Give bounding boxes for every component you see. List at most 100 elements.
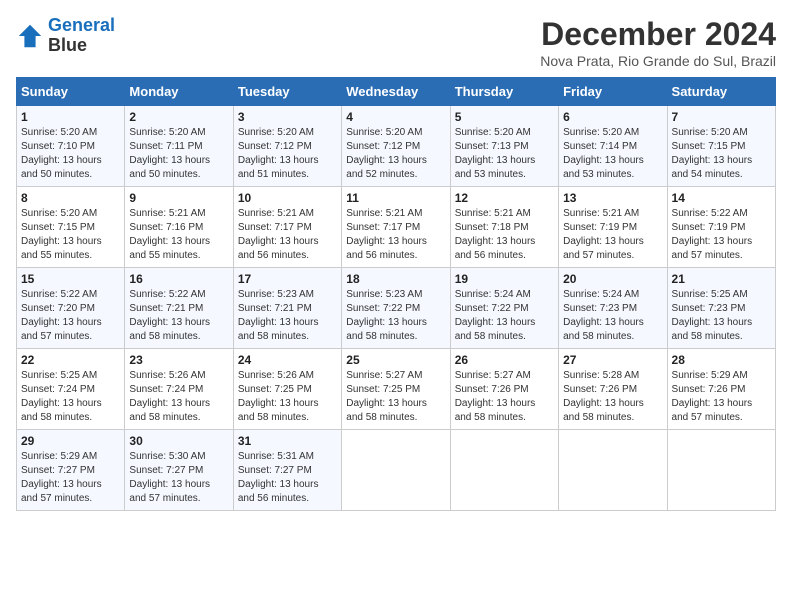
day-info: Sunrise: 5:27 AM Sunset: 7:26 PM Dayligh… (455, 369, 554, 425)
calendar-header-row: SundayMondayTuesdayWednesdayThursdayFrid… (17, 78, 776, 106)
calendar-table: SundayMondayTuesdayWednesdayThursdayFrid… (16, 77, 776, 511)
day-number: 17 (238, 272, 337, 286)
day-number: 21 (672, 272, 771, 286)
day-number: 10 (238, 191, 337, 205)
day-number: 22 (21, 353, 120, 367)
calendar-cell: 27 Sunrise: 5:28 AM Sunset: 7:26 PM Dayli… (559, 349, 667, 430)
day-number: 14 (672, 191, 771, 205)
day-number: 13 (563, 191, 662, 205)
day-number: 7 (672, 110, 771, 124)
day-number: 20 (563, 272, 662, 286)
calendar-cell: 24 Sunrise: 5:26 AM Sunset: 7:25 PM Dayli… (233, 349, 341, 430)
day-info: Sunrise: 5:20 AM Sunset: 7:15 PM Dayligh… (672, 126, 771, 182)
day-number: 12 (455, 191, 554, 205)
calendar-week-row: 8 Sunrise: 5:20 AM Sunset: 7:15 PM Daylig… (17, 187, 776, 268)
month-title: December 2024 (540, 16, 776, 53)
day-info: Sunrise: 5:26 AM Sunset: 7:24 PM Dayligh… (129, 369, 228, 425)
calendar-cell: 29 Sunrise: 5:29 AM Sunset: 7:27 PM Dayli… (17, 430, 125, 511)
calendar-cell (559, 430, 667, 511)
calendar-cell: 18 Sunrise: 5:23 AM Sunset: 7:22 PM Dayli… (342, 268, 450, 349)
header-sunday: Sunday (17, 78, 125, 106)
calendar-cell: 5Sunrise: 5:20 AM Sunset: 7:13 PM Daylig… (450, 106, 558, 187)
location: Nova Prata, Rio Grande do Sul, Brazil (540, 53, 776, 69)
day-info: Sunrise: 5:20 AM Sunset: 7:15 PM Dayligh… (21, 207, 120, 263)
calendar-cell (342, 430, 450, 511)
day-number: 15 (21, 272, 120, 286)
day-number: 11 (346, 191, 445, 205)
calendar-week-row: 15 Sunrise: 5:22 AM Sunset: 7:20 PM Dayli… (17, 268, 776, 349)
day-info: Sunrise: 5:22 AM Sunset: 7:21 PM Dayligh… (129, 288, 228, 344)
calendar-cell: 19 Sunrise: 5:24 AM Sunset: 7:22 PM Dayli… (450, 268, 558, 349)
calendar-cell: 13 Sunrise: 5:21 AM Sunset: 7:19 PM Dayli… (559, 187, 667, 268)
calendar-cell: 3Sunrise: 5:20 AM Sunset: 7:12 PM Daylig… (233, 106, 341, 187)
day-info: Sunrise: 5:21 AM Sunset: 7:18 PM Dayligh… (455, 207, 554, 263)
logo-icon (16, 22, 44, 50)
calendar-cell: 31 Sunrise: 5:31 AM Sunset: 7:27 PM Dayli… (233, 430, 341, 511)
header-monday: Monday (125, 78, 233, 106)
day-number: 19 (455, 272, 554, 286)
day-info: Sunrise: 5:26 AM Sunset: 7:25 PM Dayligh… (238, 369, 337, 425)
calendar-cell: 9Sunrise: 5:21 AM Sunset: 7:16 PM Daylig… (125, 187, 233, 268)
calendar-cell: 22Sunrise: 5:25 AM Sunset: 7:24 PM Dayli… (17, 349, 125, 430)
day-number: 29 (21, 434, 120, 448)
calendar-cell: 4 Sunrise: 5:20 AM Sunset: 7:12 PM Daylig… (342, 106, 450, 187)
calendar-cell: 2Sunrise: 5:20 AM Sunset: 7:11 PM Daylig… (125, 106, 233, 187)
calendar-week-row: 22Sunrise: 5:25 AM Sunset: 7:24 PM Dayli… (17, 349, 776, 430)
day-info: Sunrise: 5:25 AM Sunset: 7:23 PM Dayligh… (672, 288, 771, 344)
day-number: 18 (346, 272, 445, 286)
day-number: 24 (238, 353, 337, 367)
day-info: Sunrise: 5:28 AM Sunset: 7:26 PM Dayligh… (563, 369, 662, 425)
day-number: 3 (238, 110, 337, 124)
day-info: Sunrise: 5:21 AM Sunset: 7:17 PM Dayligh… (346, 207, 445, 263)
calendar-cell: 26 Sunrise: 5:27 AM Sunset: 7:26 PM Dayli… (450, 349, 558, 430)
header-wednesday: Wednesday (342, 78, 450, 106)
day-info: Sunrise: 5:24 AM Sunset: 7:22 PM Dayligh… (455, 288, 554, 344)
logo: General Blue (16, 16, 115, 56)
day-number: 5 (455, 110, 554, 124)
calendar-cell: 15 Sunrise: 5:22 AM Sunset: 7:20 PM Dayli… (17, 268, 125, 349)
calendar-cell (450, 430, 558, 511)
calendar-cell: 28Sunrise: 5:29 AM Sunset: 7:26 PM Dayli… (667, 349, 775, 430)
calendar-cell: 21 Sunrise: 5:25 AM Sunset: 7:23 PM Dayli… (667, 268, 775, 349)
day-info: Sunrise: 5:20 AM Sunset: 7:10 PM Dayligh… (21, 126, 120, 182)
day-info: Sunrise: 5:30 AM Sunset: 7:27 PM Dayligh… (129, 450, 228, 506)
header-tuesday: Tuesday (233, 78, 341, 106)
calendar-cell: 17 Sunrise: 5:23 AM Sunset: 7:21 PM Dayli… (233, 268, 341, 349)
calendar-cell: 14 Sunrise: 5:22 AM Sunset: 7:19 PM Dayli… (667, 187, 775, 268)
day-info: Sunrise: 5:22 AM Sunset: 7:19 PM Dayligh… (672, 207, 771, 263)
calendar-cell: 12 Sunrise: 5:21 AM Sunset: 7:18 PM Dayli… (450, 187, 558, 268)
day-number: 8 (21, 191, 120, 205)
day-info: Sunrise: 5:29 AM Sunset: 7:26 PM Dayligh… (672, 369, 771, 425)
page-header: General Blue December 2024 Nova Prata, R… (16, 16, 776, 69)
calendar-cell: 23 Sunrise: 5:26 AM Sunset: 7:24 PM Dayli… (125, 349, 233, 430)
calendar-cell: 11 Sunrise: 5:21 AM Sunset: 7:17 PM Dayli… (342, 187, 450, 268)
day-info: Sunrise: 5:21 AM Sunset: 7:17 PM Dayligh… (238, 207, 337, 263)
header-friday: Friday (559, 78, 667, 106)
day-number: 26 (455, 353, 554, 367)
header-thursday: Thursday (450, 78, 558, 106)
calendar-cell: 25Sunrise: 5:27 AM Sunset: 7:25 PM Dayli… (342, 349, 450, 430)
day-info: Sunrise: 5:23 AM Sunset: 7:21 PM Dayligh… (238, 288, 337, 344)
day-number: 31 (238, 434, 337, 448)
day-info: Sunrise: 5:20 AM Sunset: 7:12 PM Dayligh… (346, 126, 445, 182)
day-number: 30 (129, 434, 228, 448)
day-info: Sunrise: 5:21 AM Sunset: 7:16 PM Dayligh… (129, 207, 228, 263)
day-info: Sunrise: 5:21 AM Sunset: 7:19 PM Dayligh… (563, 207, 662, 263)
calendar-cell: 20Sunrise: 5:24 AM Sunset: 7:23 PM Dayli… (559, 268, 667, 349)
day-number: 23 (129, 353, 228, 367)
day-info: Sunrise: 5:29 AM Sunset: 7:27 PM Dayligh… (21, 450, 120, 506)
day-number: 6 (563, 110, 662, 124)
calendar-cell: 10 Sunrise: 5:21 AM Sunset: 7:17 PM Dayli… (233, 187, 341, 268)
day-number: 16 (129, 272, 228, 286)
day-info: Sunrise: 5:20 AM Sunset: 7:11 PM Dayligh… (129, 126, 228, 182)
logo-text: General Blue (48, 16, 115, 56)
day-info: Sunrise: 5:31 AM Sunset: 7:27 PM Dayligh… (238, 450, 337, 506)
day-number: 25 (346, 353, 445, 367)
calendar-cell (667, 430, 775, 511)
day-info: Sunrise: 5:22 AM Sunset: 7:20 PM Dayligh… (21, 288, 120, 344)
calendar-cell: 6Sunrise: 5:20 AM Sunset: 7:14 PM Daylig… (559, 106, 667, 187)
day-number: 4 (346, 110, 445, 124)
day-info: Sunrise: 5:23 AM Sunset: 7:22 PM Dayligh… (346, 288, 445, 344)
day-number: 27 (563, 353, 662, 367)
calendar-cell: 16 Sunrise: 5:22 AM Sunset: 7:21 PM Dayli… (125, 268, 233, 349)
